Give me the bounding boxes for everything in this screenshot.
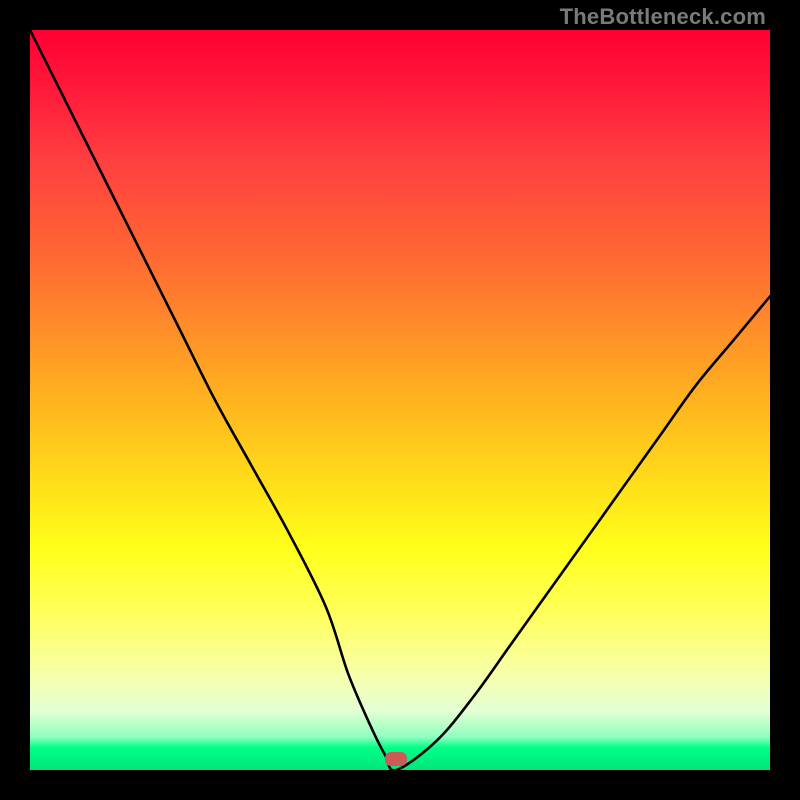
plot-area	[30, 30, 770, 770]
chart-stage: TheBottleneck.com	[0, 0, 800, 800]
optimum-marker	[385, 752, 407, 766]
watermark-text: TheBottleneck.com	[560, 4, 766, 30]
bottleneck-curve	[30, 30, 770, 770]
curve-svg	[30, 30, 770, 770]
